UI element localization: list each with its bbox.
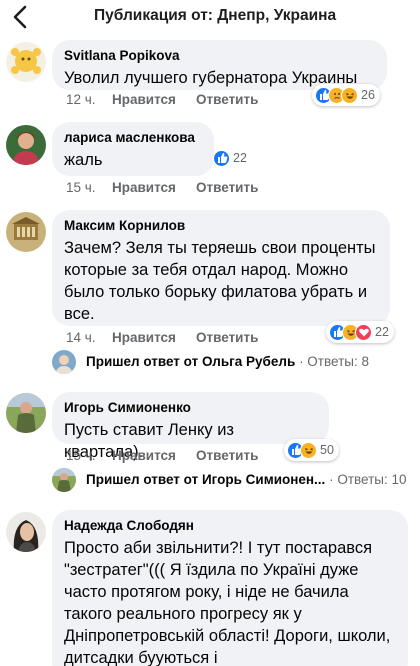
like-button[interactable]: Нравится xyxy=(112,448,196,463)
comment-actions: 12 ч. Нравится Ответить xyxy=(66,92,258,107)
comment-bubble: Игорь Симионенко Пусть ставит Ленку из к… xyxy=(52,392,329,461)
reply-avatar xyxy=(52,468,76,492)
view-replies[interactable]: Пришел ответ от Ольга Рубель · Ответы: 8 xyxy=(52,350,412,376)
comment-bubble: Svitlana Popikova Уволил лучшего губерна… xyxy=(52,40,387,90)
comment-text: Просто аби звільнити?! І тут постарався … xyxy=(64,539,395,666)
comment-bubble: лариса масленкова жаль xyxy=(52,122,214,176)
reply-avatar xyxy=(52,350,76,374)
comment-time[interactable]: 15 ч. xyxy=(66,448,112,463)
reply-prefix: Пришел ответ от xyxy=(86,354,199,369)
reaction-count: 50 xyxy=(320,443,334,457)
comment-author[interactable]: Svitlana Popikova xyxy=(64,47,375,64)
reply-prefix: Пришел ответ от xyxy=(86,472,199,487)
avatar[interactable] xyxy=(6,512,46,552)
reaction-summary[interactable]: 50 xyxy=(284,439,339,461)
avatar[interactable] xyxy=(6,212,46,252)
replies-link[interactable]: Пришел ответ от Ольга Рубель · Ответы: 8 xyxy=(86,354,369,369)
reply-count: · Ответы: 8 xyxy=(299,354,369,369)
reaction-count: 26 xyxy=(361,88,375,102)
comment-text: Зачем? Зеля ты теряешь свои проценты кот… xyxy=(64,239,381,323)
reaction-count: 22 xyxy=(233,151,247,165)
like-icon xyxy=(213,149,230,167)
comment-author[interactable]: Надежда Слободян xyxy=(64,517,396,534)
haha-icon xyxy=(341,86,358,104)
reply-author: Ольга Рубель xyxy=(201,354,296,369)
comment-actions: 15 ч. Нравится Ответить xyxy=(66,180,258,195)
comment-author[interactable]: лариса масленкова xyxy=(64,129,202,146)
view-replies[interactable]: Пришел ответ от Игорь Симионен... · Отве… xyxy=(52,468,412,494)
replies-link[interactable]: Пришел ответ от Игорь Симионен... · Отве… xyxy=(86,472,407,487)
reaction-count: 22 xyxy=(375,325,389,339)
reply-button[interactable]: Ответить xyxy=(196,180,258,195)
haha-icon xyxy=(300,441,317,459)
reply-author: Игорь Симионен... xyxy=(201,472,326,487)
back-button[interactable] xyxy=(10,4,32,30)
top-bar: Публикация от: Днепр, Украина xyxy=(0,0,420,36)
avatar[interactable] xyxy=(6,393,46,433)
reaction-summary[interactable]: 26 xyxy=(312,84,380,106)
like-button[interactable]: Нравится xyxy=(112,92,196,107)
reply-button[interactable]: Ответить xyxy=(196,92,258,107)
comment-time[interactable]: 15 ч. xyxy=(66,180,112,195)
comment-bubble: Надежда Слободян Просто аби звільнити?! … xyxy=(52,510,408,666)
comment-actions: 15 ч. Нравится Ответить xyxy=(66,448,258,463)
comment-author[interactable]: Максим Корнилов xyxy=(64,217,378,234)
love-icon xyxy=(355,323,372,341)
reaction-summary[interactable]: 22 xyxy=(210,147,252,169)
reply-count: · Ответы: 10 xyxy=(329,472,407,487)
comment-actions: 14 ч. Нравится Ответить xyxy=(66,330,258,345)
comment-time[interactable]: 14 ч. xyxy=(66,330,112,345)
comment-text: жаль xyxy=(64,151,103,169)
page-title: Публикация от: Днепр, Украина xyxy=(94,7,337,24)
comment-author[interactable]: Игорь Симионенко xyxy=(64,399,317,416)
like-button[interactable]: Нравится xyxy=(112,330,196,345)
avatar[interactable] xyxy=(6,42,46,82)
like-button[interactable]: Нравится xyxy=(112,180,196,195)
reply-button[interactable]: Ответить xyxy=(196,330,258,345)
comment-time[interactable]: 12 ч. xyxy=(66,92,112,107)
avatar[interactable] xyxy=(6,125,46,165)
comment-bubble: Максим Корнилов Зачем? Зеля ты теряешь с… xyxy=(52,210,390,326)
reply-button[interactable]: Ответить xyxy=(196,448,258,463)
chevron-left-icon xyxy=(13,5,27,29)
reaction-summary[interactable]: 22 xyxy=(326,321,394,343)
